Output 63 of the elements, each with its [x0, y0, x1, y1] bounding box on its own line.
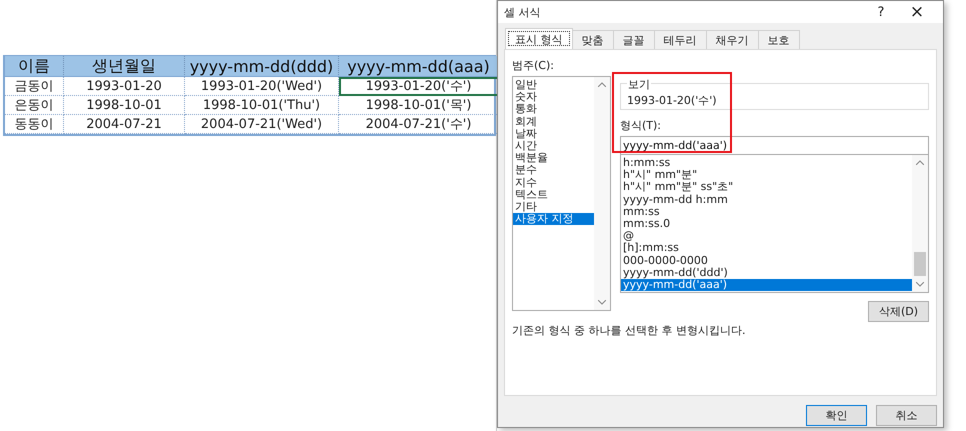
sample-value: 1993-01-20('수') — [627, 92, 717, 108]
category-item[interactable]: 일반 — [513, 79, 594, 92]
ok-button[interactable]: 확인 — [806, 405, 867, 426]
tab[interactable]: 표시 형식 — [505, 28, 572, 49]
category-item[interactable]: 숫자 — [513, 91, 594, 104]
category-item[interactable]: 기타 — [513, 201, 594, 214]
type-input-field[interactable]: yyyy-mm-dd('aaa') — [620, 136, 929, 155]
category-label: 범주(C): — [512, 58, 555, 73]
tab[interactable]: 보호 — [758, 30, 800, 49]
table-cell: 1993-01-20('Wed') — [185, 77, 339, 96]
scrollbar[interactable] — [912, 155, 928, 292]
column-header: yyyy-mm-dd(aaa) — [339, 56, 499, 77]
table-cell: 동동이 — [5, 115, 64, 134]
description-text: 기존의 형식 중 하나를 선택한 후 변형시킵니다. — [512, 323, 746, 338]
table-cell: 1998-10-01 — [64, 96, 185, 115]
format-item[interactable]: mm:ss.0 — [621, 218, 912, 230]
scroll-up-icon[interactable] — [916, 160, 924, 165]
format-item[interactable]: 000-0000-0000 — [621, 254, 912, 267]
table-cell: 2004-07-21 — [64, 115, 185, 134]
category-list[interactable]: 일반 숫자 통화 회계 날짜 시간 백분율 분수 지수 텍스트 기타 사용자 지정 — [512, 76, 611, 311]
table-cell: 1993-01-20 — [64, 77, 185, 96]
table-cell: 1998-10-01('Thu') — [185, 96, 339, 115]
close-button[interactable]: × — [899, 2, 935, 22]
sample-label: 보기 — [627, 77, 651, 92]
column-header: yyyy-mm-dd(ddd) — [185, 56, 339, 77]
scroll-up-icon[interactable] — [598, 82, 606, 87]
tab[interactable]: 채우기 — [706, 30, 758, 49]
table-cell: 은동이 — [5, 96, 64, 115]
format-item[interactable]: [h]:mm:ss — [621, 242, 912, 255]
category-item[interactable]: 통화 — [513, 103, 594, 116]
category-item[interactable]: 회계 — [513, 116, 594, 128]
type-label: 형식(T): — [620, 118, 662, 133]
format-item[interactable]: mm:ss — [621, 206, 912, 218]
column-header: 생년월일 — [64, 56, 185, 77]
scroll-down-icon[interactable] — [916, 282, 924, 287]
category-item[interactable]: 백분율 — [513, 152, 594, 164]
help-button[interactable]: ? — [863, 4, 899, 20]
category-item[interactable]: 사용자 지정 — [513, 213, 594, 226]
category-item[interactable]: 지수 — [513, 176, 594, 189]
table-cell: 1993-01-20('수') — [339, 77, 499, 96]
format-item[interactable]: @ — [621, 230, 912, 242]
cancel-button[interactable]: 취소 — [876, 405, 937, 426]
scroll-down-icon[interactable] — [598, 300, 606, 305]
table-cell: 2004-07-21('Wed') — [185, 115, 339, 134]
table-cell: 금동이 — [5, 77, 64, 96]
format-item[interactable]: yyyy-mm-dd h:mm — [621, 194, 912, 206]
scrollbar[interactable] — [594, 77, 610, 310]
category-item[interactable]: 시간 — [513, 140, 594, 152]
tab[interactable]: 맞춤 — [572, 30, 614, 49]
format-item[interactable]: h:mm:ss — [621, 157, 912, 170]
scroll-thumb[interactable] — [914, 252, 926, 276]
format-item[interactable]: h"시" mm"분" ss"초" — [621, 181, 912, 194]
format-item[interactable]: h"시" mm"분" — [621, 169, 912, 182]
tab[interactable]: 테두리 — [654, 30, 706, 49]
window-title: 셀 서식 — [504, 4, 542, 20]
format-item[interactable]: yyyy-mm-dd('aaa') — [621, 279, 912, 292]
category-item[interactable]: 분수 — [513, 164, 594, 177]
column-header: 이름 — [5, 56, 64, 77]
delete-button[interactable]: 삭제(D) — [868, 301, 929, 322]
category-item[interactable]: 날짜 — [513, 128, 594, 140]
format-list[interactable]: h:mm:ss h"시" mm"분" h"시" mm"분" ss"초" yyyy-mm-dd h:mm mm:ss mm:ss.0 @ [h]:mm:ss 000-0000-0000 yyyy-mm-dd('ddd') yyyy-mm-dd('aaa') — [620, 155, 929, 293]
category-item[interactable]: 텍스트 — [513, 188, 594, 202]
format-item[interactable]: yyyy-mm-dd('ddd') — [621, 266, 912, 280]
